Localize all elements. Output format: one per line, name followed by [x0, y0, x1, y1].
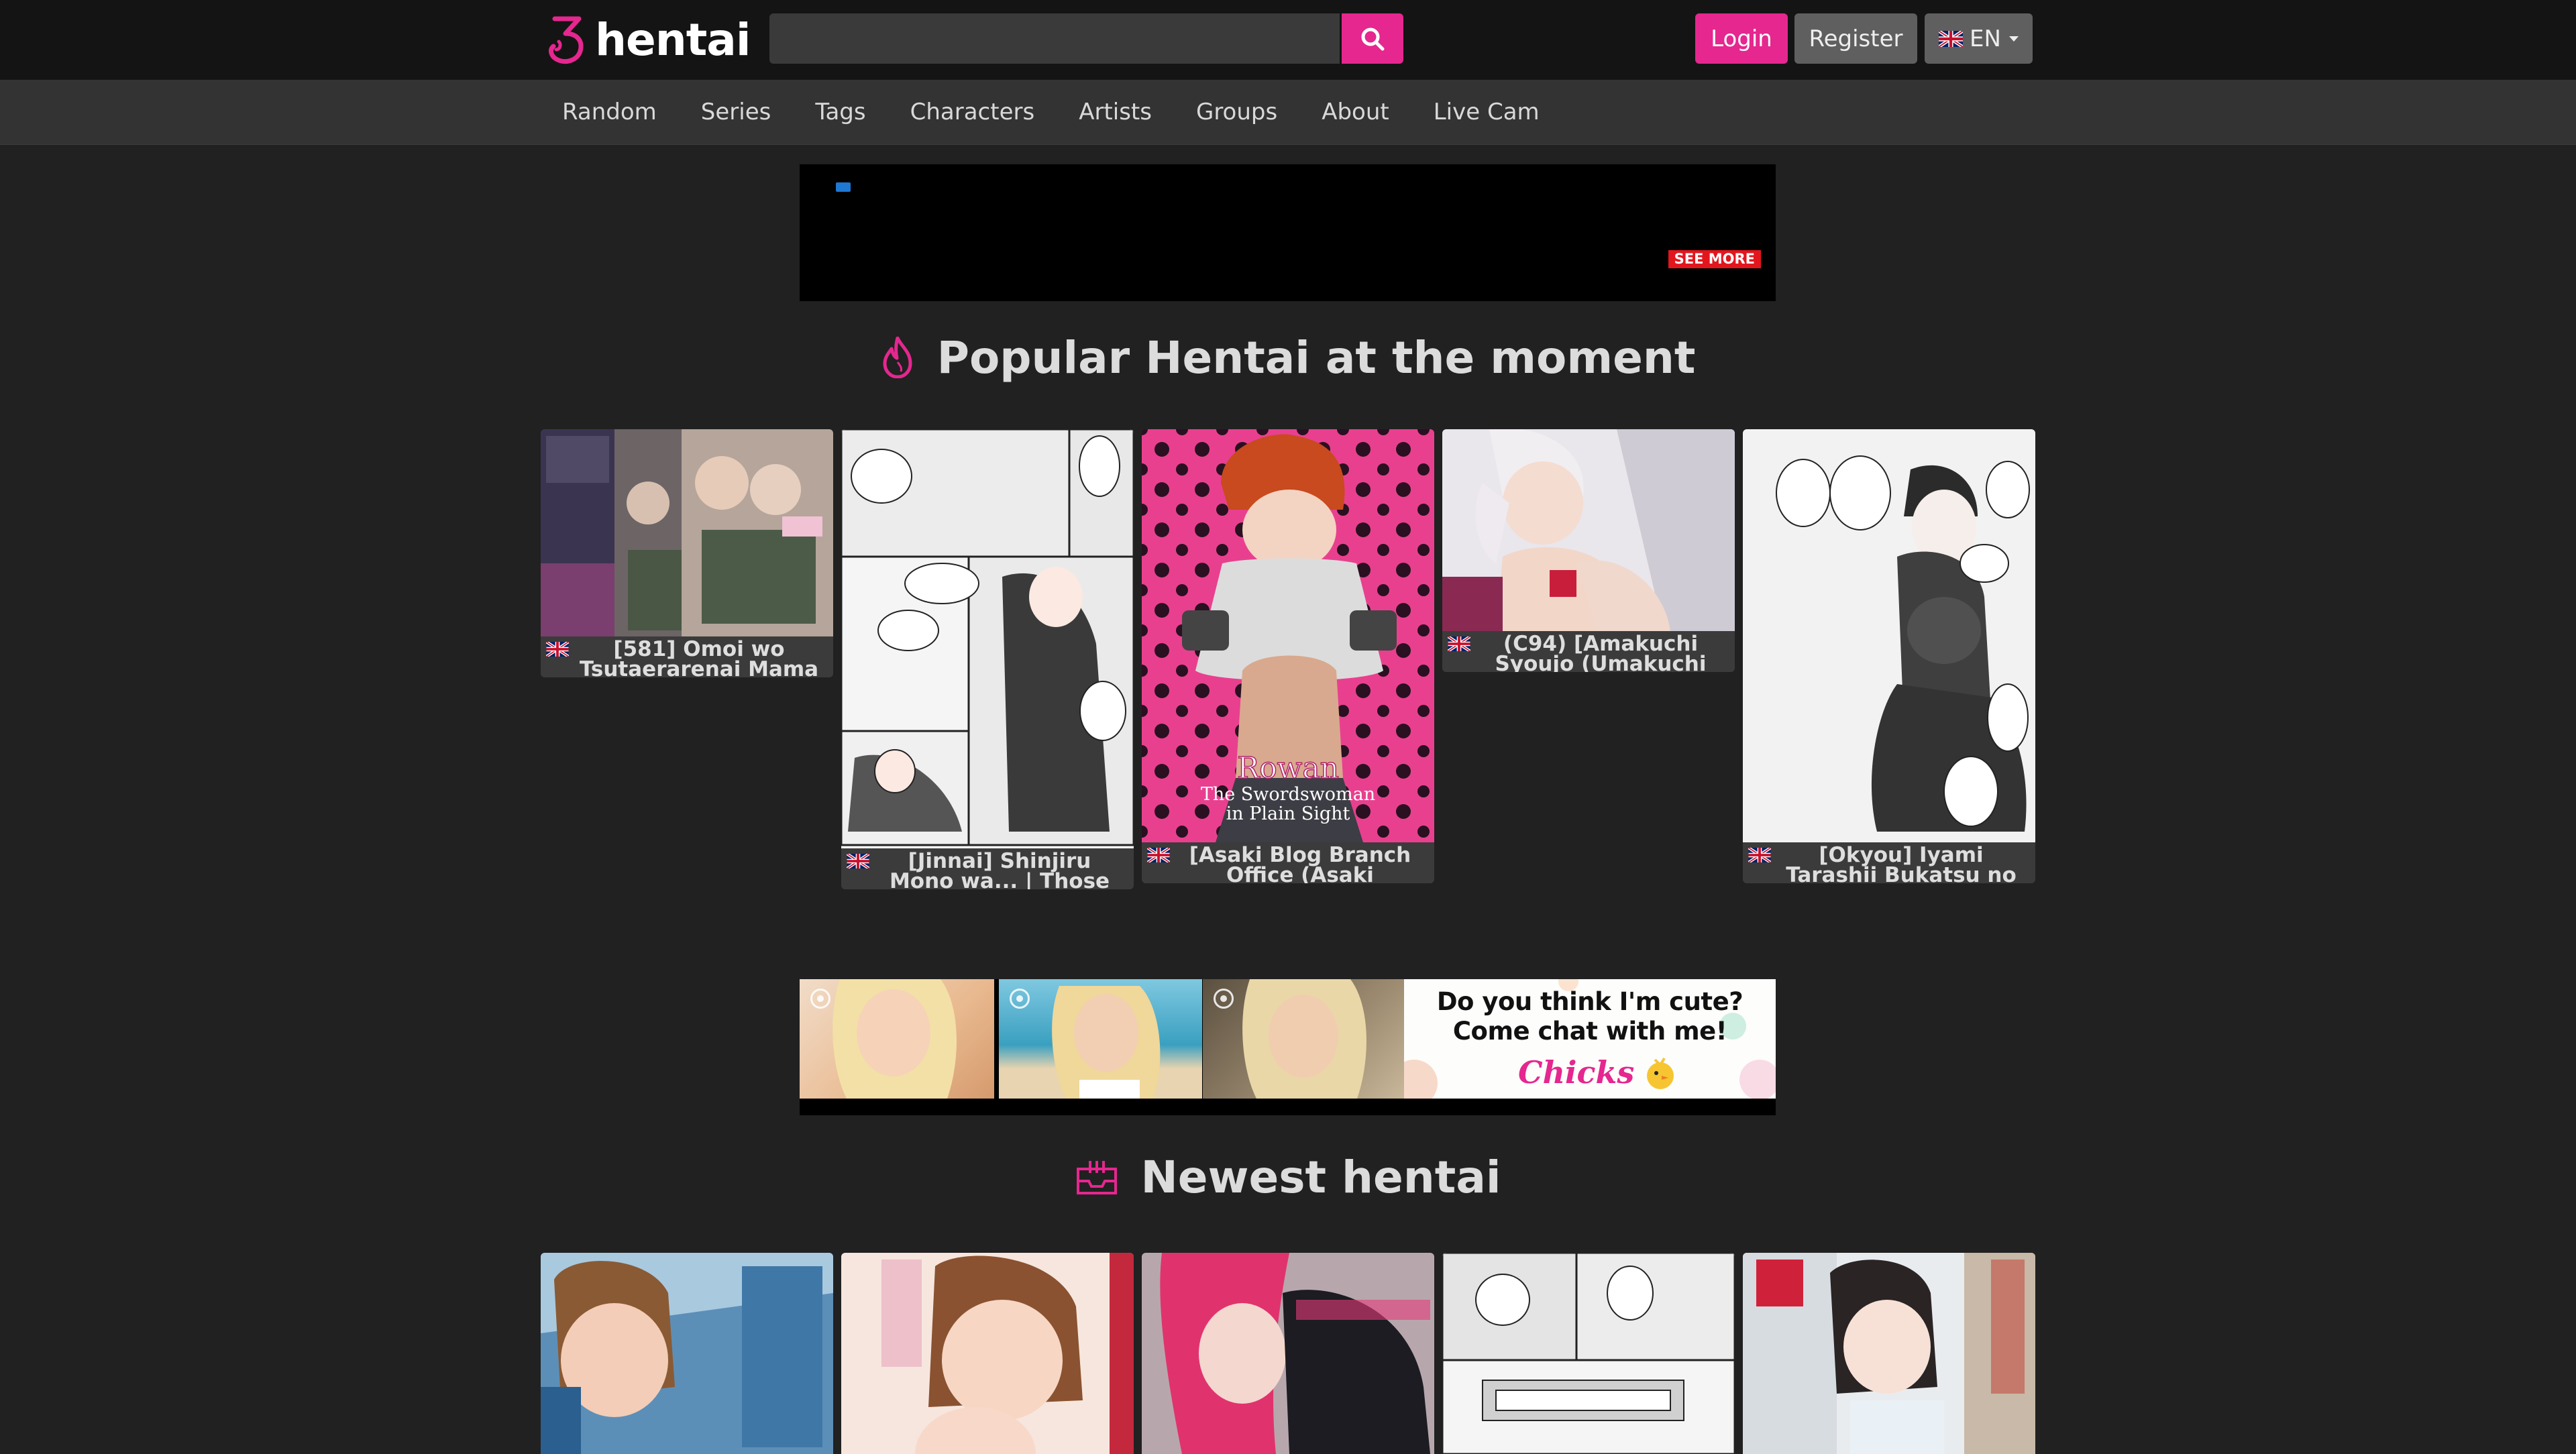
nav-series[interactable]: Series [679, 99, 794, 125]
card-title-line: Tarashii Bukatsu no [1786, 863, 2017, 884]
cover-image[interactable] [1743, 429, 2035, 842]
cover-image[interactable] [841, 429, 1134, 848]
nav-characters[interactable]: Characters [888, 99, 1057, 125]
cover-art [841, 429, 1134, 848]
card-title-line: Syoujo (Umakuchi [1495, 652, 1707, 673]
card-caption[interactable]: [581] Omoi wo Tsutaerarenai Mama | [541, 636, 833, 677]
nav-groups[interactable]: Groups [1174, 99, 1299, 125]
card-title-line: (C94) [Amakuchi [1503, 632, 1699, 656]
inbox-icon [1076, 1161, 1117, 1194]
card-caption[interactable]: [Okyou] Iyami Tarashii Bukatsu no [1743, 842, 2035, 883]
nav-tags[interactable]: Tags [793, 99, 888, 125]
chick-icon [1647, 1057, 1674, 1089]
language-label: EN [1970, 25, 2001, 52]
nav-random[interactable]: Random [540, 99, 679, 125]
card-title-line: Tsutaerarenai Mama | [579, 657, 819, 678]
ad-photo[interactable] [800, 979, 994, 1099]
cover-image[interactable] [541, 429, 833, 636]
chat-ad-banner[interactable]: Do you think I'm cute? Come chat with me… [800, 979, 1776, 1115]
popular-card[interactable]: [Jinnai] Shinjiru Mono wa... | Those [841, 429, 1134, 889]
search-input[interactable] [769, 13, 1340, 64]
language-selector[interactable]: EN [1925, 13, 2033, 64]
cover-art [1442, 1253, 1735, 1454]
ad-brand: Chicks [1518, 1054, 1635, 1090]
card-title-line: [Asaki Blog Branch [1189, 843, 1411, 867]
uk-flag-icon [1448, 636, 1470, 651]
logo-mark-icon [549, 16, 584, 64]
cover-art [841, 1253, 1134, 1454]
popular-card[interactable]: (C94) [Amakuchi Syoujo (Umakuchi [1442, 429, 1735, 672]
decor-bubble [1739, 1060, 1776, 1099]
ad-photo[interactable] [999, 979, 1202, 1099]
search-icon [1361, 27, 1385, 50]
nav-about[interactable]: About [1299, 99, 1411, 125]
card-caption[interactable]: (C94) [Amakuchi Syoujo (Umakuchi [1442, 631, 1735, 672]
top-ad-banner[interactable]: SEE MORE [800, 164, 1776, 301]
uk-flag-icon [546, 642, 569, 657]
login-button[interactable]: Login [1695, 13, 1788, 64]
cover-subtitle: in Plain Sight [1226, 803, 1350, 824]
cover-art [1743, 1253, 2035, 1454]
register-button[interactable]: Register [1794, 13, 1917, 64]
cover-art [1743, 429, 2035, 842]
webcam-icon [1010, 989, 1030, 1009]
search-button[interactable] [1342, 13, 1403, 64]
newest-card[interactable] [1743, 1253, 2035, 1454]
webcam-icon [810, 989, 830, 1009]
newest-card[interactable] [1142, 1253, 1434, 1454]
site-logo[interactable]: hentai [545, 13, 751, 66]
cover-title: Rowan [1237, 751, 1339, 785]
cover-art [1142, 1253, 1434, 1454]
popular-card[interactable]: Rowan The Swordswoman in Plain Sight [As… [1142, 429, 1434, 883]
ad-headline-line: Do you think I'm cute? [1436, 987, 1743, 1016]
nav-artists[interactable]: Artists [1057, 99, 1174, 125]
card-title-line: Office (Asaki [1226, 863, 1374, 884]
webcam-icon [1214, 989, 1234, 1009]
uk-flag-icon [847, 854, 869, 869]
newest-section-title: Newest hentai [1140, 1151, 1501, 1203]
cover-subtitle: The Swordswoman [1201, 784, 1375, 805]
chevron-down-icon [2008, 36, 2019, 42]
popular-section-header: Popular Hentai at the moment [0, 329, 2576, 386]
card-title-line: [581] Omoi wo [613, 637, 785, 661]
ad-promo-panel[interactable]: Do you think I'm cute? Come chat with me… [1404, 979, 1776, 1099]
uk-flag-icon [1939, 30, 1964, 47]
top-bar: hentai Login Register EN [0, 0, 2576, 80]
popular-section-title: Popular Hentai at the moment [936, 331, 1696, 384]
cover-art: Rowan The Swordswoman in Plain Sight [1142, 429, 1434, 842]
uk-flag-icon [1748, 848, 1771, 862]
popular-card[interactable]: [Okyou] Iyami Tarashii Bukatsu no [1743, 429, 2035, 883]
cover-art [541, 1253, 833, 1454]
uk-flag-icon [1147, 848, 1170, 862]
logo-text: hentai [595, 13, 751, 66]
popular-card[interactable]: [581] Omoi wo Tsutaerarenai Mama | [541, 429, 833, 677]
cover-art [541, 429, 833, 636]
card-caption[interactable]: [Jinnai] Shinjiru Mono wa... | Those [841, 848, 1134, 889]
newest-card[interactable] [541, 1253, 833, 1454]
card-title-line: [Okyou] Iyami [1819, 843, 1984, 867]
newest-section-header: Newest hentai [0, 1148, 2576, 1206]
ad-headline: Do you think I'm cute? Come chat with me… [1404, 987, 1776, 1046]
card-title-line: [Jinnai] Shinjiru [908, 849, 1091, 873]
cover-image[interactable] [1442, 429, 1735, 631]
ad-info-icon[interactable] [836, 182, 851, 192]
cover-art [1442, 429, 1735, 631]
ad-photo[interactable] [1203, 979, 1404, 1099]
nav-live-cam[interactable]: Live Cam [1411, 99, 1562, 125]
newest-card[interactable] [841, 1253, 1134, 1454]
fire-icon [883, 337, 912, 378]
card-title-line: Mono wa... | Those [889, 869, 1110, 890]
card-caption[interactable]: [Asaki Blog Branch Office (Asaki [1142, 842, 1434, 883]
main-nav: Random Series Tags Characters Artists Gr… [0, 80, 2576, 145]
decor-bubble [1404, 1060, 1438, 1099]
newest-card[interactable] [1442, 1253, 1735, 1454]
see-more-button[interactable]: SEE MORE [1668, 250, 1761, 268]
ad-headline-line: Come chat with me! [1452, 1017, 1727, 1046]
cover-image[interactable]: Rowan The Swordswoman in Plain Sight [1142, 429, 1434, 842]
